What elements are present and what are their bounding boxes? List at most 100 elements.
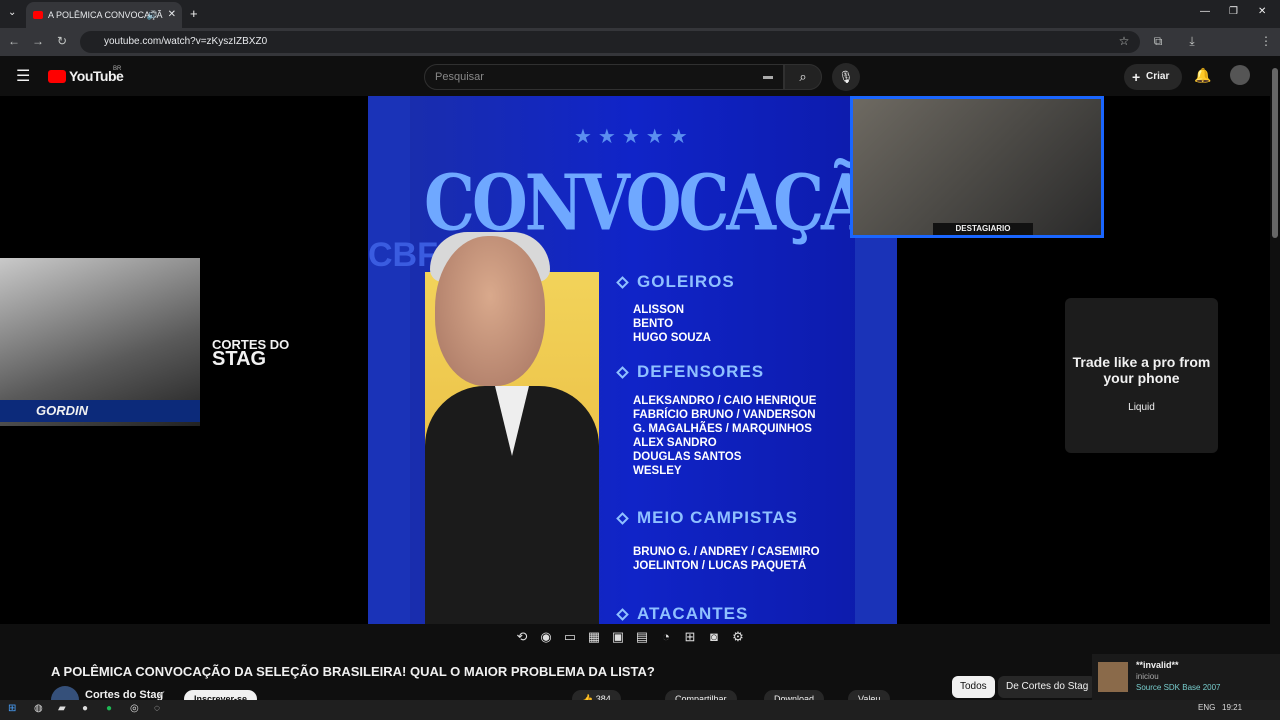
cast-icon[interactable]: ◉ bbox=[534, 629, 558, 645]
section-defensores: DEFENSORES bbox=[616, 362, 765, 382]
diamond-icon bbox=[616, 512, 629, 525]
search-placeholder: Pesquisar bbox=[435, 71, 484, 83]
chip-channel[interactable]: De Cortes do Stag bbox=[998, 676, 1097, 698]
extensions-icon[interactable]: ⧉ bbox=[1150, 34, 1166, 49]
diamond-icon bbox=[616, 276, 629, 289]
defensores-list: ALEKSANDRO / CAIO HENRIQUE FABRÍCIO BRUN… bbox=[633, 394, 816, 478]
bookmark-star-icon[interactable]: ☆ bbox=[1116, 34, 1132, 48]
notification-name: **invalid** bbox=[1136, 660, 1179, 670]
section-meio-campistas: MEIO CAMPISTAS bbox=[616, 508, 799, 528]
notification-game: Source SDK Base 2007 bbox=[1136, 683, 1221, 692]
close-window-icon[interactable]: ✕ bbox=[1258, 6, 1266, 17]
player-name: DOUGLAS SANTOS bbox=[633, 451, 742, 463]
address-bar[interactable]: youtube.com/watch?v=zKyszIZBXZ0 bbox=[80, 31, 1140, 53]
player-name: ALEX SANDRO bbox=[633, 437, 717, 449]
notification-avatar bbox=[1098, 662, 1128, 692]
coach-body bbox=[425, 386, 599, 624]
language-indicator[interactable]: ENG bbox=[1198, 703, 1215, 712]
speed-icon[interactable]: ▭ bbox=[558, 629, 582, 645]
search-button[interactable]: ⌕ bbox=[784, 64, 822, 90]
url-text: youtube.com/watch?v=zKyszIZBXZ0 bbox=[104, 36, 268, 47]
keyboard-icon[interactable]: ▬ bbox=[763, 65, 773, 89]
cbf-side-text: CBF bbox=[368, 236, 438, 274]
chrome-icon[interactable]: ◎ bbox=[130, 703, 139, 714]
browser-toolbar: youtube.com/watch?v=zKyszIZBXZ0 bbox=[0, 28, 1280, 56]
maximize-icon[interactable]: ❐ bbox=[1229, 6, 1238, 17]
steam-icon[interactable]: ◌ bbox=[154, 703, 160, 714]
active-tab[interactable]: A POLÊMICA CONVOCAÇÃ 🔊 ✕ bbox=[26, 2, 182, 28]
coach-face bbox=[435, 236, 545, 386]
reload-icon[interactable]: ↻ bbox=[54, 34, 70, 48]
video-title: A POLÊMICA CONVOCAÇÃO DA SELEÇÃO BRASILE… bbox=[51, 664, 655, 679]
voice-search-button[interactable]: 🎙 bbox=[832, 63, 860, 91]
player-name: HUGO SOUZA bbox=[633, 332, 711, 344]
player-extension-controls: ⟲ ◉ ▭ ▦ ▣ ▤ ◔ ⊞ ◙ ⚙ bbox=[510, 628, 770, 654]
tab-list-icon[interactable]: ⌄ bbox=[8, 7, 16, 18]
chip-todos[interactable]: Todos bbox=[952, 676, 995, 698]
tab-title: A POLÊMICA CONVOCAÇÃ bbox=[48, 10, 163, 20]
download-icon[interactable]: ⤓ bbox=[1184, 34, 1200, 49]
gordin-text: GORDIN bbox=[36, 403, 88, 418]
goleiros-list: ALISSON BENTO HUGO SOUZA bbox=[633, 303, 711, 345]
ad-brand: Liquid bbox=[1128, 402, 1155, 413]
add-icon[interactable]: ⊞ bbox=[678, 629, 702, 645]
player-name: JOELINTON / LUCAS PAQUETÁ bbox=[633, 560, 807, 572]
back-icon[interactable]: ← bbox=[6, 34, 22, 48]
file-explorer-icon[interactable]: ▰ bbox=[58, 703, 66, 714]
region-code: BR bbox=[113, 66, 122, 72]
minimize-icon[interactable]: — bbox=[1200, 6, 1210, 17]
youtube-logo-icon[interactable] bbox=[48, 70, 66, 83]
notifications-bell-icon[interactable]: 🔔 bbox=[1194, 67, 1211, 84]
app-icon-1[interactable]: ◍ bbox=[34, 703, 43, 714]
spotify-icon[interactable]: ● bbox=[106, 703, 112, 714]
pip-icon[interactable]: ▣ bbox=[606, 629, 630, 645]
windows-taskbar: ⊞ ◍ ▰ ● ● ◎ ◌ ENG 19:21 bbox=[0, 700, 1280, 720]
new-tab-icon[interactable]: + bbox=[190, 6, 198, 21]
player-name: FABRÍCIO BRUNO / VANDERSON bbox=[633, 409, 816, 421]
stars-icon: ★★★★★ bbox=[574, 126, 694, 148]
steam-notification[interactable]: **invalid** iniciou Source SDK Base 2007 bbox=[1092, 654, 1280, 700]
chip-label: Todos bbox=[960, 681, 987, 692]
browser-menu-icon[interactable]: ⋮ bbox=[1258, 34, 1274, 48]
discord-icon[interactable]: ● bbox=[82, 703, 88, 714]
close-tab-icon[interactable]: ✕ bbox=[168, 2, 176, 28]
theater-icon[interactable]: ▤ bbox=[630, 629, 654, 645]
hamburger-menu-icon[interactable]: ☰ bbox=[16, 66, 30, 86]
notification-action: iniciou bbox=[1136, 672, 1159, 681]
loop-icon[interactable]: ⟲ bbox=[510, 629, 534, 645]
section-heading: ATACANTES bbox=[637, 604, 749, 623]
player-name: BENTO bbox=[633, 318, 674, 330]
browser-tabbar: ⌄ A POLÊMICA CONVOCAÇÃ 🔊 ✕ + — ❐ ✕ bbox=[0, 0, 1280, 28]
verified-icon: ✔ bbox=[158, 689, 166, 699]
scrollbar-thumb[interactable] bbox=[1272, 68, 1278, 238]
youtube-favicon-icon bbox=[33, 11, 43, 19]
ad-panel[interactable]: Trade like a pro from your phone Liquid bbox=[1065, 298, 1218, 453]
screenshot-icon[interactable]: ◙ bbox=[702, 629, 726, 644]
player-name: G. MAGALHÃES / MARQUINHOS bbox=[633, 423, 812, 435]
page-scrollbar[interactable] bbox=[1270, 56, 1280, 700]
streamer-webcam: DESTAGIARIO bbox=[850, 96, 1104, 238]
windows-start-icon[interactable]: ⊞ bbox=[8, 703, 16, 714]
forward-icon[interactable]: → bbox=[30, 34, 46, 48]
gauge-icon[interactable]: ◔ bbox=[654, 629, 678, 644]
search-input[interactable]: Pesquisar ▬ bbox=[424, 64, 784, 90]
speaker-icon[interactable]: 🔊 bbox=[147, 2, 158, 28]
gordin-banner: GORDIN bbox=[0, 400, 200, 422]
settings-gear-icon[interactable]: ⚙ bbox=[726, 629, 750, 645]
section-heading: GOLEIROS bbox=[637, 272, 735, 291]
create-button[interactable]: + Criar bbox=[1124, 64, 1182, 90]
clock[interactable]: 19:21 bbox=[1222, 703, 1242, 712]
clip-icon[interactable]: ▦ bbox=[582, 629, 606, 645]
player-name: ALISSON bbox=[633, 304, 685, 316]
chip-label: De Cortes do Stag bbox=[1006, 681, 1089, 692]
avatar[interactable] bbox=[1230, 65, 1250, 85]
ad-headline: Trade like a pro from your phone bbox=[1072, 354, 1211, 386]
create-label: Criar bbox=[1146, 71, 1170, 82]
diamond-icon bbox=[616, 608, 629, 621]
player-name: ALEKSANDRO / CAIO HENRIQUE bbox=[633, 395, 817, 407]
search-icon: ⌕ bbox=[799, 69, 807, 84]
section-heading: DEFENSORES bbox=[637, 362, 765, 381]
section-heading: MEIO CAMPISTAS bbox=[637, 508, 799, 527]
plus-icon: + bbox=[1132, 69, 1141, 85]
cortes-do-stag-logo: CORTES DO STAG bbox=[212, 338, 289, 370]
